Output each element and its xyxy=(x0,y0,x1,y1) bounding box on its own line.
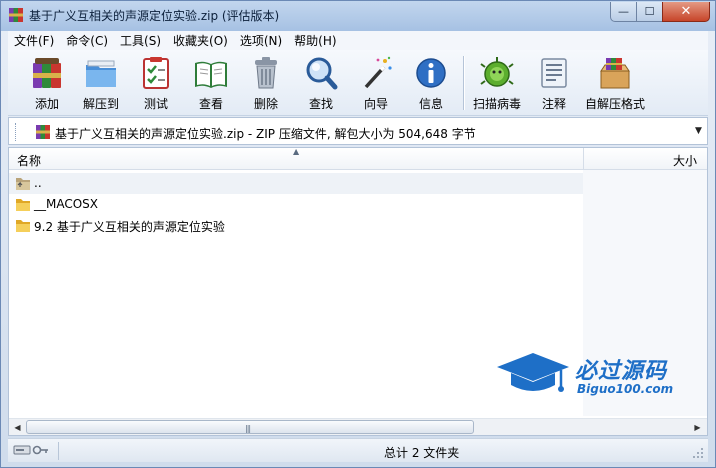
horizontal-scrollbar[interactable]: ◀ ||| ▶ xyxy=(9,418,707,435)
toolbar: 添加 解压到 测试 查看 删除 查找 向导 信息 扫描病毒 注释 自解压格式 xyxy=(8,50,708,116)
extract-to-label: 解压到 xyxy=(82,97,119,111)
folder-icon xyxy=(16,199,30,211)
sfx-label: 自解压格式 xyxy=(585,97,646,111)
info-button[interactable]: 信息 xyxy=(404,54,458,112)
add-label: 添加 xyxy=(34,97,59,111)
delete-label: 删除 xyxy=(253,97,278,111)
trash-icon xyxy=(255,57,277,89)
status-bar: 总计 2 文件夹 xyxy=(8,438,708,462)
menu-favorites[interactable]: 收藏夹(O) xyxy=(167,32,234,49)
watermark: 必过源码 Biguo100.com xyxy=(495,351,695,401)
delete-button[interactable]: 删除 xyxy=(239,54,293,112)
comment-icon xyxy=(541,58,567,88)
maximize-button[interactable]: ☐ xyxy=(636,2,663,22)
add-archive-icon xyxy=(33,58,61,88)
parent-folder-icon xyxy=(16,178,30,190)
column-size-header[interactable]: 大小 xyxy=(673,152,697,169)
address-bar[interactable]: 基于广义互相关的声源定位实验.zip - ZIP 压缩文件, 解包大小为 504… xyxy=(8,117,708,145)
resize-grip-icon[interactable] xyxy=(692,447,704,459)
column-divider[interactable] xyxy=(583,148,584,170)
scroll-right-button[interactable]: ▶ xyxy=(689,419,706,435)
sfx-button[interactable]: 自解压格式 xyxy=(585,54,646,112)
window-title: 基于广义互相关的声源定位实验.zip (评估版本) xyxy=(29,9,280,23)
add-button[interactable]: 添加 xyxy=(20,54,74,112)
graduation-cap-icon xyxy=(497,353,569,392)
file-name: .. xyxy=(34,176,42,190)
test-button[interactable]: 测试 xyxy=(129,54,183,112)
view-book-icon xyxy=(195,61,227,88)
address-grip xyxy=(15,123,18,141)
file-name: __MACOSX xyxy=(34,197,99,211)
virus-scan-button[interactable]: 扫描病毒 xyxy=(470,54,524,112)
menu-command[interactable]: 命令(C) xyxy=(60,32,114,49)
archive-path-text: 基于广义互相关的声源定位实验.zip - ZIP 压缩文件, 解包大小为 504… xyxy=(55,127,476,141)
comment-label: 注释 xyxy=(541,97,566,111)
list-item-folder[interactable]: 9.2 基于广义互相关的声源定位实验 xyxy=(9,215,583,236)
archive-icon xyxy=(36,125,50,139)
sfx-box-icon xyxy=(600,58,630,89)
find-label: 查找 xyxy=(308,97,333,111)
column-name-header[interactable]: 名称 xyxy=(17,152,41,169)
virus-scan-label: 扫描病毒 xyxy=(472,97,521,111)
sort-ascending-icon: ▲ xyxy=(293,147,300,156)
minimize-button[interactable]: — xyxy=(610,2,637,22)
scroll-thumb[interactable]: ||| xyxy=(26,420,474,434)
toolbar-separator xyxy=(463,56,465,110)
menu-help[interactable]: 帮助(H) xyxy=(288,32,342,49)
extract-to-button[interactable]: 解压到 xyxy=(74,54,128,112)
list-item-parent[interactable]: .. xyxy=(9,173,583,194)
status-text: 总计 2 文件夹 xyxy=(384,446,460,460)
test-checklist-icon xyxy=(143,57,169,89)
virus-scan-icon xyxy=(480,57,514,87)
find-button[interactable]: 查找 xyxy=(294,54,348,112)
comment-button[interactable]: 注释 xyxy=(527,54,581,112)
view-button[interactable]: 查看 xyxy=(184,54,238,112)
status-divider xyxy=(58,442,59,460)
view-label: 查看 xyxy=(198,97,223,111)
info-icon xyxy=(416,58,446,88)
close-button[interactable]: ✕ xyxy=(662,2,710,22)
winrar-window: 基于广义互相关的声源定位实验.zip (评估版本) — ☐ ✕ 文件(F) 命令… xyxy=(0,0,716,468)
folder-icon xyxy=(16,220,30,232)
find-magnifier-icon xyxy=(306,57,338,90)
wizard-label: 向导 xyxy=(363,97,388,111)
menu-options[interactable]: 选项(N) xyxy=(234,32,288,49)
menu-bar: 文件(F) 命令(C) 工具(S) 收藏夹(O) 选项(N) 帮助(H) xyxy=(8,31,708,50)
drive-icon[interactable] xyxy=(13,444,31,456)
menu-file[interactable]: 文件(F) xyxy=(8,32,60,49)
watermark-title: 必过源码 xyxy=(575,359,668,384)
info-label: 信息 xyxy=(418,97,443,111)
column-header: 名称 ▲ 大小 xyxy=(9,148,707,170)
menu-tools[interactable]: 工具(S) xyxy=(114,32,167,49)
watermark-subtitle: Biguo100.com xyxy=(577,382,674,396)
file-name: 9.2 基于广义互相关的声源定位实验 xyxy=(34,220,225,234)
wizard-button[interactable]: 向导 xyxy=(349,54,403,112)
test-label: 测试 xyxy=(143,97,168,111)
extract-folder-icon xyxy=(86,60,116,87)
wizard-wand-icon xyxy=(364,56,392,89)
key-icon[interactable] xyxy=(32,443,50,457)
title-bar: 基于广义互相关的声源定位实验.zip (评估版本) — ☐ ✕ xyxy=(1,1,715,31)
scroll-left-button[interactable]: ◀ xyxy=(9,419,26,435)
winrar-app-icon[interactable] xyxy=(8,7,24,23)
list-item-macosx[interactable]: __MACOSX xyxy=(9,194,583,215)
scroll-grip: ||| xyxy=(245,424,251,433)
address-dropdown-icon[interactable]: ▼ xyxy=(695,126,702,136)
